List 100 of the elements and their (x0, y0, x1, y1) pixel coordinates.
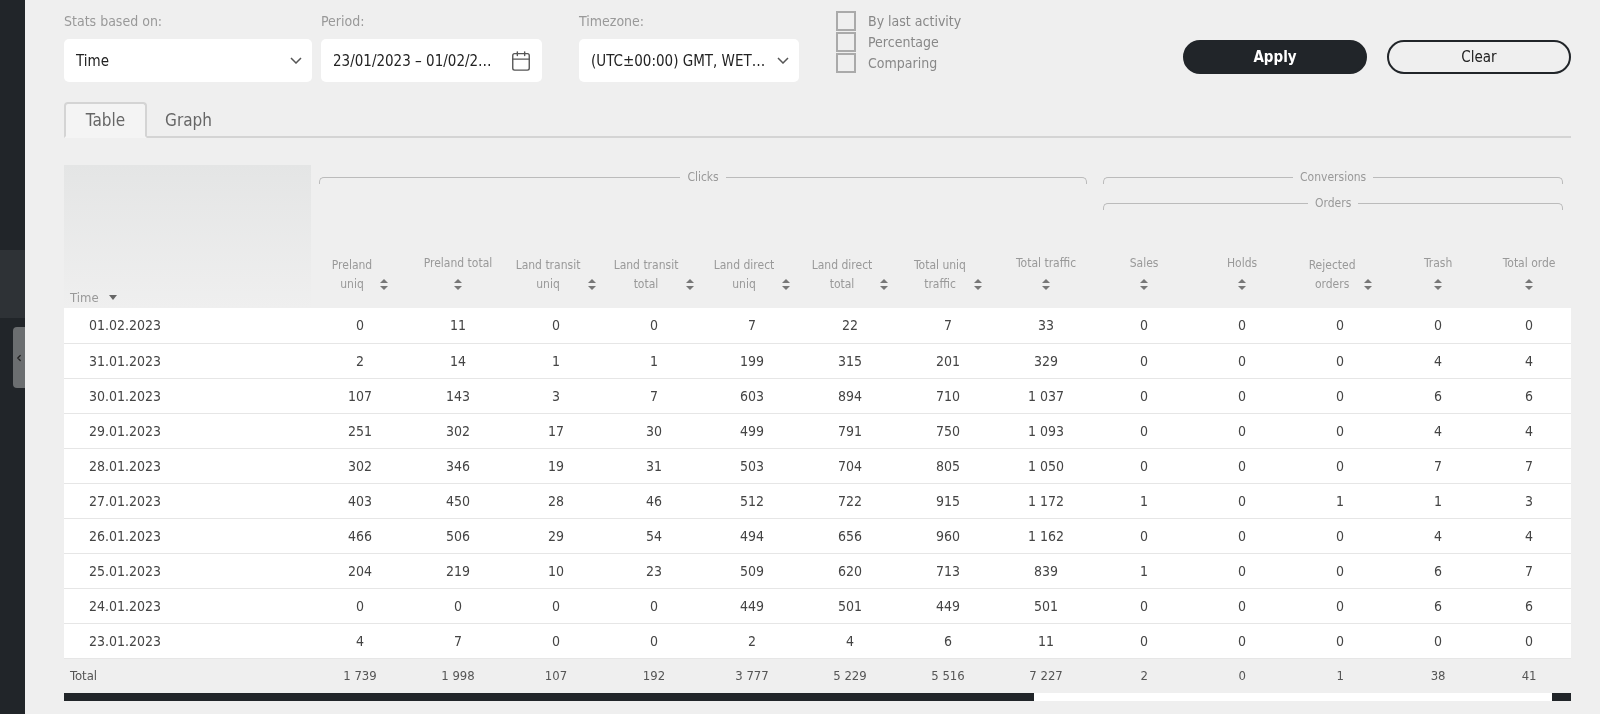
table-cell: 0 (1291, 448, 1390, 483)
date-cell: 23.01.2023 (64, 623, 311, 658)
sort-icon[interactable] (686, 279, 695, 290)
scrollbar-thumb[interactable] (64, 693, 1034, 701)
table-cell: 29 (507, 518, 605, 553)
column-header: Total traffic (1016, 255, 1077, 272)
total-cell: 5 516 (899, 658, 997, 693)
table-cell: 0 (1193, 518, 1292, 553)
table-cell: 2 (311, 343, 409, 378)
table-cell: 0 (1193, 588, 1292, 623)
table-cell: 6 (1389, 588, 1488, 623)
table-cell: 506 (409, 518, 507, 553)
table-cell: 512 (703, 483, 801, 518)
table-cell: 0 (1095, 623, 1194, 658)
total-label: Total (64, 658, 311, 693)
checkbox[interactable] (836, 52, 856, 73)
calendar-icon[interactable] (510, 49, 532, 72)
table-cell: 54 (605, 518, 703, 553)
table-cell: 449 (703, 588, 801, 623)
table-cell: 713 (899, 553, 997, 588)
sort-icon[interactable] (1363, 279, 1372, 290)
chevron-down-icon (290, 57, 302, 64)
table-cell: 22 (801, 308, 899, 343)
table-cell: 499 (703, 413, 801, 448)
sort-icon[interactable] (880, 279, 889, 290)
apply-button[interactable]: Apply (1183, 40, 1367, 74)
table-cell: 0 (1291, 553, 1390, 588)
field-label: Stats based on: (64, 12, 164, 30)
table-cell: 0 (1487, 308, 1571, 343)
table-cell: 0 (1193, 413, 1292, 448)
table-cell: 4 (1389, 518, 1488, 553)
table-cell: 0 (1193, 623, 1292, 658)
total-cell: 38 (1389, 658, 1488, 693)
column-header: Rejected orders (1308, 257, 1356, 293)
sort-icon[interactable] (974, 279, 982, 290)
table-cell: 251 (311, 413, 409, 448)
sidebar-collapse-button[interactable] (13, 327, 25, 388)
dropdown-field[interactable]: (UTC±00:00) GMT, WET… (579, 39, 799, 82)
sort-icon[interactable] (380, 279, 389, 290)
total-cell: 1 (1291, 658, 1390, 693)
table-cell: 0 (1291, 378, 1390, 413)
chevron-down-icon (777, 57, 789, 64)
sort-icon[interactable] (454, 279, 462, 290)
total-cell: 7 227 (997, 658, 1096, 693)
table-cell: 0 (1095, 518, 1194, 553)
table-cell: 302 (409, 413, 507, 448)
column-header: Land direct uniq (713, 257, 775, 293)
table-cell: 839 (997, 553, 1096, 588)
table-cell: 11 (997, 623, 1096, 658)
sort-icon[interactable] (782, 279, 791, 290)
horizontal-scrollbar[interactable] (64, 693, 1571, 701)
sort-icon[interactable] (1434, 279, 1443, 290)
table-cell: 302 (311, 448, 409, 483)
table-cell: 1 037 (997, 378, 1096, 413)
table-cell: 722 (801, 483, 899, 518)
table-cell: 2 (703, 623, 801, 658)
table-cell: 603 (703, 378, 801, 413)
table-cell: 1 050 (997, 448, 1096, 483)
date-range-field[interactable]: 23/01/2023 – 01/02/2… (321, 39, 542, 82)
table-cell: 0 (605, 588, 703, 623)
table-cell: 7 (1389, 448, 1488, 483)
table-cell: 0 (507, 308, 605, 343)
table-cell: 1 (1095, 553, 1194, 588)
table-cell: 449 (899, 588, 997, 623)
table-cell: 1 (1291, 483, 1390, 518)
sort-icon[interactable] (588, 279, 597, 290)
caret-down-icon (108, 295, 117, 300)
sort-icon[interactable] (1238, 279, 1247, 290)
checkbox[interactable] (836, 10, 856, 31)
checkbox[interactable] (836, 31, 856, 52)
sort-icon[interactable] (1525, 279, 1534, 290)
table-cell: 7 (409, 623, 507, 658)
table-cell: 0 (1193, 343, 1292, 378)
total-cell: 1 739 (311, 658, 409, 693)
date-cell: 30.01.2023 (64, 378, 311, 413)
table-cell: 0 (1291, 588, 1390, 623)
dropdown-field[interactable]: Time (64, 39, 312, 82)
table-cell: 0 (605, 623, 703, 658)
tab[interactable]: Table (64, 102, 147, 138)
total-cell: 2 (1095, 658, 1194, 693)
column-header: Preland uniq (331, 257, 373, 293)
tab[interactable]: Graph (147, 102, 230, 138)
table-cell: 4 (1487, 343, 1571, 378)
table-cell: 0 (1193, 483, 1292, 518)
table-cell: 17 (507, 413, 605, 448)
table-cell: 3 (507, 378, 605, 413)
total-cell: 0 (1193, 658, 1292, 693)
table-cell: 7 (1487, 448, 1571, 483)
table-cell: 14 (409, 343, 507, 378)
table-cell: 23 (605, 553, 703, 588)
table-cell: 1 (1095, 483, 1194, 518)
column-header: Land transit total (613, 257, 679, 293)
table-cell: 6 (1389, 553, 1488, 588)
column-group-label: Clicks (686, 171, 720, 183)
table-cell: 0 (1193, 308, 1292, 343)
chevron-left-icon (14, 352, 24, 363)
sort-icon[interactable] (1042, 279, 1051, 290)
clear-button[interactable]: Clear (1387, 40, 1571, 74)
sort-icon[interactable] (1140, 279, 1149, 290)
date-cell: 28.01.2023 (64, 448, 311, 483)
